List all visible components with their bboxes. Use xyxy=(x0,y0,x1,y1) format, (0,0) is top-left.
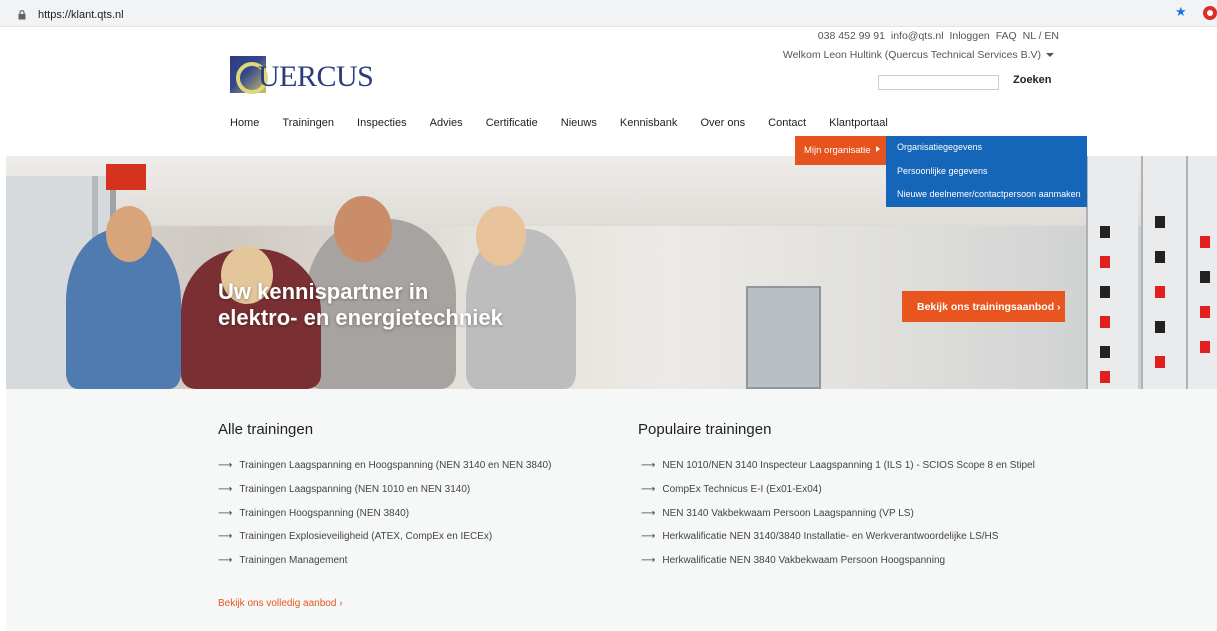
faq-link[interactable]: FAQ xyxy=(996,30,1017,42)
browser-address-bar: https://klant.qts.nl ★ xyxy=(0,0,1217,26)
alle-trainingen-title: Alle trainingen xyxy=(218,421,314,438)
nav-advies[interactable]: Advies xyxy=(430,117,463,129)
account-menu[interactable]: Welkom Leon Hultink (Quercus Technical S… xyxy=(783,49,1054,61)
list-item[interactable]: ⟶ Trainingen Hoogspanning (NEN 3840) xyxy=(218,508,551,532)
extension-icon[interactable] xyxy=(1203,6,1217,20)
arrow-right-icon: ⟶ xyxy=(218,483,233,495)
arrow-right-icon: ⟶ xyxy=(641,483,656,495)
nav-contact[interactable]: Contact xyxy=(768,117,806,129)
list-item[interactable]: ⟶ Trainingen Explosieveiligheid (ATEX, Co… xyxy=(218,531,551,555)
arrow-right-icon: ⟶ xyxy=(218,460,233,471)
training-link[interactable]: NEN 3140 Vakbekwaam Persoon Laagspanning… xyxy=(662,508,913,519)
list-item[interactable]: ⟶ CompEx Technicus E-I (Ex01-Ex04) xyxy=(641,484,1035,508)
arrow-right-icon: ⟶ xyxy=(218,531,233,543)
list-item[interactable]: ⟶ Herkwalificatie NEN 3140/3840 Installat… xyxy=(641,531,1035,555)
trainingsaanbod-button[interactable]: Bekijk ons trainingsaanbod › xyxy=(902,291,1065,322)
list-item[interactable]: ⟶ Herkwalificatie NEN 3840 Vakbekwaam Per… xyxy=(641,555,1035,579)
populaire-trainingen-title: Populaire trainingen xyxy=(638,421,772,438)
hero-title: Uw kennispartner in elektro- en energiet… xyxy=(218,279,503,331)
hero-title-line-2: elektro- en energietechniek xyxy=(218,305,503,330)
arrow-right-icon: ⟶ xyxy=(641,460,656,471)
url-field[interactable]: https://klant.qts.nl xyxy=(4,3,1196,23)
nav-home[interactable]: Home xyxy=(230,117,259,129)
hero-photo-cabinet xyxy=(1086,156,1138,389)
training-link[interactable]: CompEx Technicus E-I (Ex01-Ex04) xyxy=(662,484,821,495)
bookmark-star-icon[interactable]: ★ xyxy=(1175,5,1187,19)
arrow-right-icon: ⟶ xyxy=(641,531,656,543)
email-link[interactable]: info@qts.nl xyxy=(891,30,944,42)
hero-photo-person xyxy=(476,206,526,266)
welcome-text: Welkom Leon Hultink (Quercus Technical S… xyxy=(782,49,1041,61)
language-switch[interactable]: NL / EN xyxy=(1023,30,1059,42)
list-item[interactable]: ⟶ Trainingen Management xyxy=(218,555,551,579)
nav-trainingen[interactable]: Trainingen xyxy=(282,117,334,129)
alle-trainingen-list: ⟶ Trainingen Laagspanning en Hoogspanning… xyxy=(218,460,551,579)
mijn-organisatie-menu-item[interactable]: Mijn organisatie xyxy=(795,136,886,165)
lock-icon xyxy=(18,10,26,20)
nav-certificatie[interactable]: Certificatie xyxy=(486,117,538,129)
volledig-aanbod-link[interactable]: Bekijk ons volledig aanbod › xyxy=(218,598,343,609)
training-link[interactable]: Trainingen Explosieveiligheid (ATEX, Com… xyxy=(239,531,492,542)
hero-photo-stand xyxy=(746,286,821,389)
list-item[interactable]: ⟶ NEN 1010/NEN 3140 Inspecteur Laagspanni… xyxy=(641,460,1035,484)
list-item[interactable]: ⟶ NEN 3140 Vakbekwaam Persoon Laagspannin… xyxy=(641,508,1035,532)
submenu-organisatiegegevens[interactable]: Organisatiegegevens xyxy=(886,136,1087,160)
hero-photo-cabinet xyxy=(1186,156,1217,389)
divider xyxy=(0,26,1217,27)
training-link[interactable]: NEN 1010/NEN 3140 Inspecteur Laagspannin… xyxy=(662,460,1034,471)
hero-photo-person xyxy=(106,206,152,262)
nav-kennisbank[interactable]: Kennisbank xyxy=(620,117,678,129)
logo-text: UERCUS xyxy=(258,60,374,93)
list-item[interactable]: ⟶ Trainingen Laagspanning en Hoogspanning… xyxy=(218,460,551,484)
nav-klantportaal[interactable]: Klantportaal xyxy=(829,117,888,129)
organisatie-submenu: Organisatiegegevens Persoonlijke gegeven… xyxy=(886,136,1087,207)
nav-nieuws[interactable]: Nieuws xyxy=(561,117,597,129)
training-link[interactable]: Trainingen Hoogspanning (NEN 3840) xyxy=(239,508,409,519)
search-button[interactable]: Zoeken xyxy=(1013,74,1052,86)
mijn-organisatie-label: Mijn organisatie xyxy=(804,145,871,156)
submenu-persoonlijke-gegevens[interactable]: Persoonlijke gegevens xyxy=(886,160,1087,184)
training-link[interactable]: Trainingen Management xyxy=(239,555,347,566)
training-link[interactable]: Herkwalificatie NEN 3140/3840 Installati… xyxy=(662,531,998,542)
chevron-down-icon xyxy=(1046,53,1054,58)
exit-sign-image xyxy=(106,164,146,190)
trainingen-section xyxy=(6,389,1217,631)
search-input[interactable] xyxy=(878,75,999,90)
caret-right-icon xyxy=(875,146,880,152)
training-link[interactable]: Herkwalificatie NEN 3840 Vakbekwaam Pers… xyxy=(662,555,945,566)
url-text[interactable]: https://klant.qts.nl xyxy=(38,9,124,21)
arrow-right-icon: ⟶ xyxy=(641,555,656,567)
nav-inspecties[interactable]: Inspecties xyxy=(357,117,407,129)
login-link[interactable]: Inloggen xyxy=(949,30,989,42)
utility-links: 038 452 99 91 info@qts.nl Inloggen FAQ N… xyxy=(815,30,1059,42)
arrow-right-icon: ⟶ xyxy=(218,555,233,567)
nav-over-ons[interactable]: Over ons xyxy=(700,117,745,129)
training-link[interactable]: Trainingen Laagspanning (NEN 1010 en NEN… xyxy=(239,484,470,495)
hero-title-line-1: Uw kennispartner in xyxy=(218,279,429,304)
hero-photo-person xyxy=(334,196,392,262)
submenu-nieuwe-deelnemer[interactable]: Nieuwe deelnemer/contactpersoon aanmaken xyxy=(886,183,1087,207)
phone-link[interactable]: 038 452 99 91 xyxy=(818,30,885,42)
list-item[interactable]: ⟶ Trainingen Laagspanning (NEN 1010 en NE… xyxy=(218,484,551,508)
arrow-right-icon: ⟶ xyxy=(218,507,233,519)
training-link[interactable]: Trainingen Laagspanning en Hoogspanning … xyxy=(239,460,551,471)
populaire-trainingen-list: ⟶ NEN 1010/NEN 3140 Inspecteur Laagspanni… xyxy=(641,460,1035,579)
main-nav: Home Trainingen Inspecties Advies Certif… xyxy=(230,117,908,129)
arrow-right-icon: ⟶ xyxy=(641,507,656,519)
